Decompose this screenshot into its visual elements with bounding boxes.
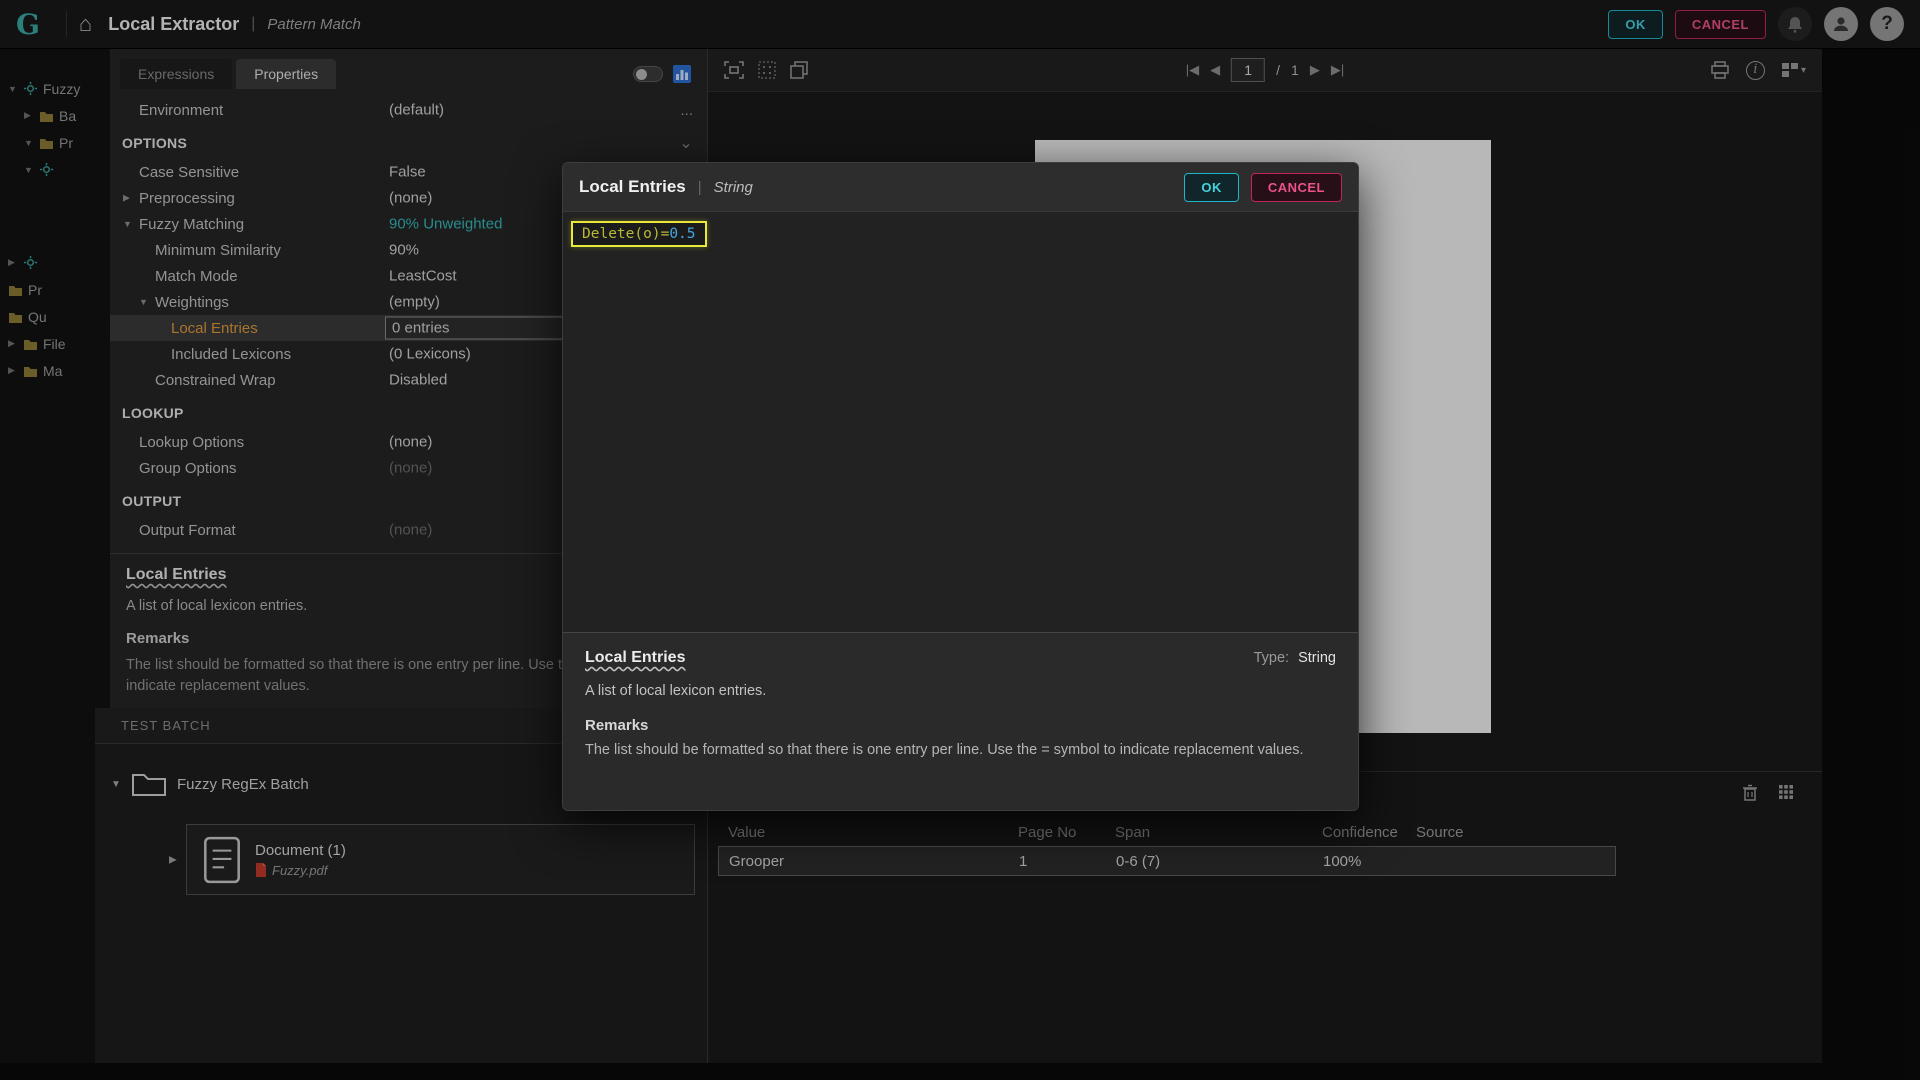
local-entries-dialog: Local Entries | String OK CANCEL Delete(… [562,162,1359,811]
dialog-titlebar: Local Entries | String OK CANCEL [563,163,1358,212]
dialog-title-separator: | [697,178,702,196]
lexicon-entry[interactable]: Delete(o)=0.5 [571,221,707,247]
entry-weight: 0.5 [669,226,696,242]
dialog-subtitle: String [713,178,753,196]
entries-editor[interactable]: Delete(o)=0.5 [563,212,1358,632]
help-remarks-text: The list should be formatted so that the… [585,742,1304,758]
entry-key: Delete(o)= [582,226,670,242]
type-value: String [1298,650,1336,666]
dialog-help-section: Local Entries Type: String A list of loc… [563,632,1358,810]
dialog-cancel-button[interactable]: CANCEL [1250,172,1342,202]
help-title: Local Entries [585,649,686,666]
dialog-ok-button[interactable]: OK [1184,172,1239,202]
help-remarks-title: Remarks [585,717,649,734]
help-text: A list of local lexicon entries. [585,683,767,699]
type-label: Type: [1253,650,1290,666]
dialog-title: Local Entries [579,177,686,196]
